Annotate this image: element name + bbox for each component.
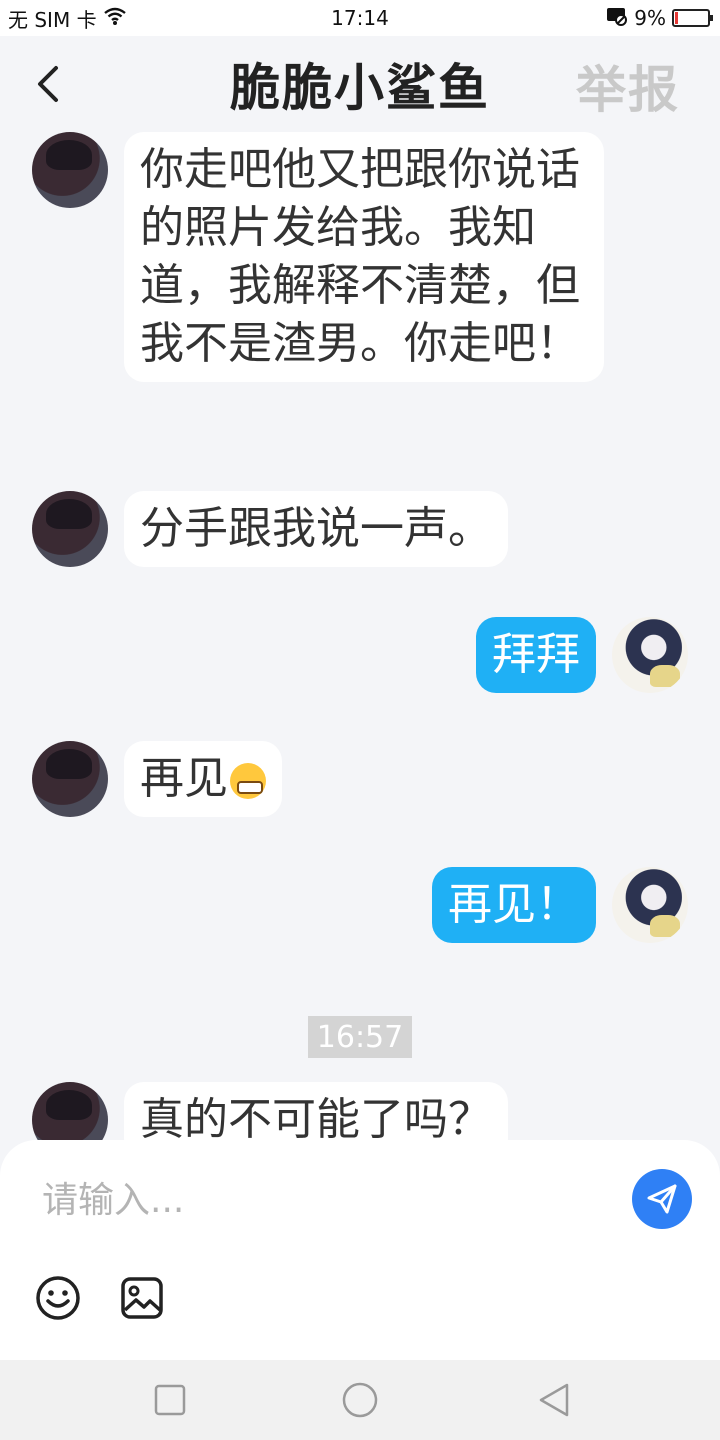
triangle-back-icon [539, 1383, 569, 1417]
message-input[interactable] [22, 1160, 602, 1240]
contact-avatar[interactable] [32, 132, 108, 208]
my-avatar[interactable] [612, 617, 688, 693]
data-saver-icon [606, 6, 628, 31]
message-text: 再见 [140, 753, 228, 804]
page-title: 脆脆小鲨鱼 [230, 59, 490, 117]
chat-header: 脆脆小鲨鱼 举报 [0, 36, 720, 132]
recents-button[interactable] [152, 1382, 188, 1418]
send-button[interactable] [632, 1169, 692, 1229]
circle-icon [342, 1382, 378, 1418]
battery-level [675, 12, 678, 24]
battery-icon [672, 9, 713, 27]
battery-percent: 9% [634, 6, 666, 30]
message-bubble[interactable]: 分手跟我说一声。 [124, 491, 508, 567]
input-panel [0, 1140, 720, 1360]
message-item: 再见！ [432, 867, 688, 943]
message-bubble[interactable]: 拜拜 [476, 617, 596, 693]
square-icon [154, 1384, 186, 1416]
status-bar: 无 SIM 卡 17:14 9% [0, 0, 720, 36]
time-divider: 16:57 [308, 1016, 412, 1058]
message-item: 分手跟我说一声。 [32, 491, 508, 567]
message-item: 真的不可能了吗？ [32, 1082, 508, 1140]
contact-avatar[interactable] [32, 741, 108, 817]
message-item: 你走吧他又把跟你说话的照片发给我。我知道，我解释不清楚，但我不是渣男。你走吧！ [32, 132, 604, 382]
image-icon [121, 1277, 163, 1319]
message-bubble[interactable]: 再见！ [432, 867, 596, 943]
carrier-label: 无 SIM 卡 [8, 7, 97, 32]
contact-avatar[interactable] [32, 491, 108, 567]
message-bubble[interactable]: 再见 [124, 741, 282, 817]
home-button[interactable] [342, 1382, 378, 1418]
report-button[interactable]: 举报 [576, 50, 680, 122]
chevron-left-icon [38, 66, 58, 102]
wifi-icon [103, 6, 127, 31]
image-button[interactable] [118, 1274, 166, 1322]
my-avatar[interactable] [612, 867, 688, 943]
message-item: 再见 [32, 741, 282, 817]
system-nav-bar [0, 1360, 720, 1440]
message-list[interactable]: 你走吧他又把跟你说话的照片发给我。我知道，我解释不清楚，但我不是渣男。你走吧！ … [0, 132, 720, 1140]
message-bubble[interactable]: 真的不可能了吗？ [124, 1082, 508, 1140]
contact-avatar[interactable] [32, 1082, 108, 1140]
message-item: 拜拜 [476, 617, 688, 693]
message-bubble[interactable]: 你走吧他又把跟你说话的照片发给我。我知道，我解释不清楚，但我不是渣男。你走吧！ [124, 132, 604, 382]
back-button[interactable] [26, 62, 70, 106]
emoji-button[interactable] [34, 1274, 82, 1322]
grimacing-face-emoji-icon [230, 763, 266, 799]
paper-plane-icon [647, 1184, 677, 1214]
smiley-icon [36, 1276, 80, 1320]
back-nav-button[interactable] [536, 1382, 572, 1418]
